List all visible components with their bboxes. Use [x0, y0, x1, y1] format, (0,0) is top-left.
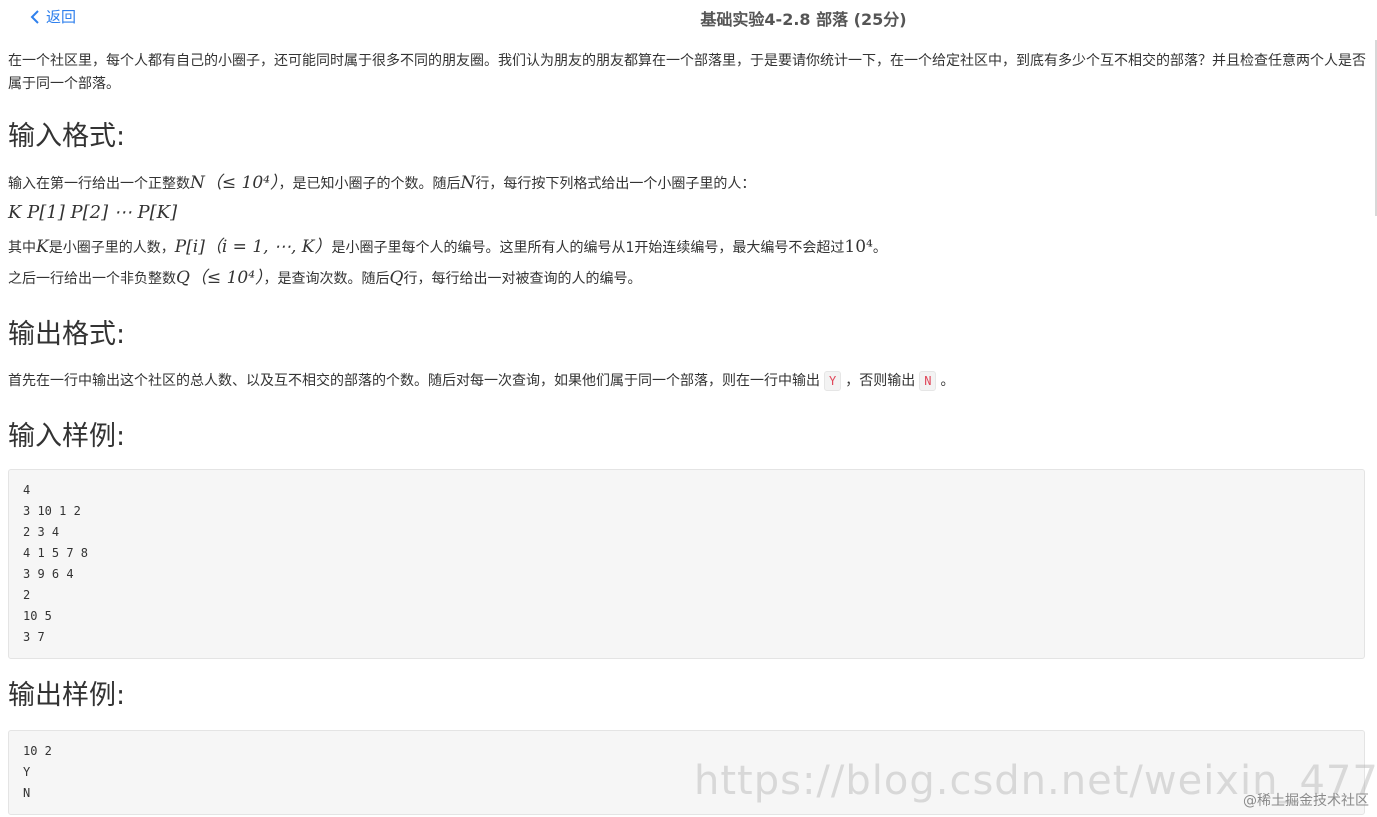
- math: Q: [389, 268, 404, 288]
- code-line: 4 1 5 7 8: [23, 546, 89, 560]
- text: 行，每行按下列格式给出一个小圈子里的人：: [475, 176, 756, 192]
- sample-input-heading: 输入样例:: [8, 421, 126, 452]
- text: 之后一行给出一个非负整数: [8, 271, 176, 287]
- math: N: [460, 173, 476, 193]
- sample-input-block: 4 3 10 1 2 2 3 4 4 1 5 7 8 3 9 6 4 2 10 …: [8, 469, 1365, 659]
- math: P[i]（i = 1, ⋯, K）: [174, 237, 332, 257]
- code-line: 2 3 4: [23, 525, 60, 539]
- math: K: [36, 237, 49, 257]
- code-line: 3 7: [23, 630, 45, 644]
- input-format-line-1: 输入在第一行给出一个正整数N（≤ 10⁴），是已知小圈子的个数。随后N行，每行按…: [8, 172, 755, 195]
- inline-code-n: N: [919, 371, 937, 391]
- problem-intro: 在一个社区里，每个人都有自己的小圈子，还可能同时属于很多不同的朋友圈。我们认为朋…: [8, 53, 1366, 92]
- text: ，否则输出: [845, 373, 916, 389]
- watermark-site: @稀土掘金技术社区: [1243, 793, 1369, 809]
- top-bar: 返回 基础实验4-2.8 部落 (25分): [0, 0, 1377, 36]
- code-line: 3 9 6 4: [23, 567, 74, 581]
- input-format-formula: K P[1] P[2] ⋯ P[K]: [8, 202, 178, 223]
- math: 10⁴: [844, 237, 873, 257]
- code-line: 2: [23, 588, 31, 602]
- code-line: 4: [23, 483, 31, 497]
- math: Q（≤ 10⁴）: [176, 268, 264, 288]
- sample-output-heading: 输出样例:: [8, 680, 126, 711]
- text: 。: [940, 373, 955, 389]
- text: 输入在第一行给出一个正整数: [8, 176, 190, 192]
- page-title: 基础实验4-2.8 部落 (25分): [700, 10, 907, 29]
- text: 其中: [8, 240, 36, 256]
- text: 。: [872, 240, 887, 256]
- text: 行，每行给出一对被查询的人的编号。: [403, 271, 642, 287]
- text: 首先在一行中输出这个社区的总人数、以及互不相交的部落的个数。随后对每一次查询，如…: [8, 373, 820, 389]
- code-line: 10 5: [23, 609, 52, 623]
- math: N（≤ 10⁴）: [190, 173, 279, 193]
- inline-code-y: Y: [824, 371, 842, 391]
- input-format-heading: 输入格式:: [8, 121, 126, 152]
- text: ，是已知小圈子的个数。随后: [278, 176, 461, 192]
- code-line: 3 10 1 2: [23, 504, 81, 518]
- input-format-line-2: 其中K是小圈子里的人数，P[i]（i = 1, ⋯, K）是小圈子里每个人的编号…: [8, 236, 887, 259]
- output-format-heading: 输出格式:: [8, 319, 126, 350]
- text: ，是查询次数。随后: [263, 271, 390, 287]
- input-format-line-3: 之后一行给出一个非负整数Q（≤ 10⁴），是查询次数。随后Q行，每行给出一对被查…: [8, 267, 641, 290]
- text: 是小圈子里每个人的编号。这里所有人的编号从1开始连续编号，最大编号不会超过: [331, 240, 845, 256]
- output-format-text: 首先在一行中输出这个社区的总人数、以及互不相交的部落的个数。随后对每一次查询，如…: [8, 370, 954, 392]
- text: 是小圈子里的人数，: [48, 240, 175, 256]
